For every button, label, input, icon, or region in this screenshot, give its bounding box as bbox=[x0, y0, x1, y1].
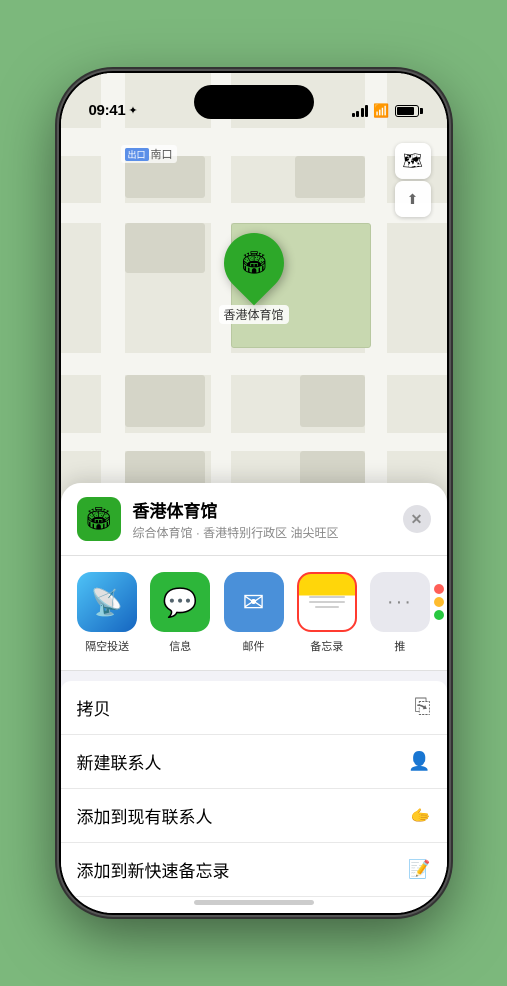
venue-name: 香港体育馆 bbox=[133, 497, 391, 522]
message-icon-wrap: 💬 bbox=[150, 572, 210, 632]
action-copy[interactable]: 拷贝 ⎘ bbox=[61, 681, 447, 735]
airdrop-icon: 📡 bbox=[91, 587, 123, 618]
action-add-existing-contact[interactable]: 添加到现有联系人 🫱 bbox=[61, 789, 447, 843]
map-type-button[interactable]: 🗺 bbox=[395, 143, 431, 179]
print-label: 打印 bbox=[77, 911, 111, 913]
home-bar bbox=[194, 900, 314, 905]
notes-lines bbox=[309, 574, 345, 608]
map-label: 出口 南口 bbox=[121, 145, 177, 163]
venue-subtitle: 综合体育馆 · 香港特别行政区 油尖旺区 bbox=[133, 524, 391, 541]
stadium-icon: 🏟 bbox=[240, 250, 268, 276]
share-airdrop[interactable]: 📡 隔空投送 bbox=[71, 572, 144, 654]
more-dots bbox=[434, 584, 444, 620]
more-icon-area: ··· bbox=[370, 572, 430, 632]
close-button[interactable]: ✕ bbox=[403, 505, 431, 533]
dot-green bbox=[434, 610, 444, 620]
share-notes[interactable]: 备忘录 bbox=[290, 572, 363, 654]
add-existing-icon: 🫱 bbox=[411, 806, 431, 826]
status-icons: 📶 bbox=[352, 103, 419, 119]
more-icon-wrap: ··· bbox=[370, 572, 430, 632]
location-icon: ✦ bbox=[128, 104, 137, 117]
phone-frame: 09:41 ✦ 📶 bbox=[59, 71, 449, 915]
venue-info: 香港体育馆 综合体育馆 · 香港特别行政区 油尖旺区 bbox=[133, 497, 391, 541]
venue-icon: 🏟 bbox=[77, 497, 121, 541]
mail-icon: ✉ bbox=[243, 587, 265, 618]
wifi-icon: 📶 bbox=[373, 103, 389, 119]
bottom-sheet: 🏟 香港体育馆 综合体育馆 · 香港特别行政区 油尖旺区 ✕ 📡 隔空投送 bbox=[61, 483, 447, 913]
notes-label: 备忘录 bbox=[310, 638, 343, 654]
dot-yellow bbox=[434, 597, 444, 607]
status-time: 09:41 bbox=[89, 102, 126, 119]
share-more[interactable]: ··· 推 bbox=[363, 572, 436, 654]
share-row: 📡 隔空投送 💬 信息 ✉ 邮件 bbox=[61, 556, 447, 671]
add-existing-label: 添加到现有联系人 bbox=[77, 803, 213, 828]
location-pin: 🏟 香港体育馆 bbox=[218, 233, 288, 324]
copy-label: 拷贝 bbox=[77, 695, 111, 720]
airdrop-label: 隔空投送 bbox=[85, 638, 129, 654]
share-mail[interactable]: ✉ 邮件 bbox=[217, 572, 290, 654]
signal-icon bbox=[352, 105, 369, 117]
message-label: 信息 bbox=[169, 638, 191, 654]
more-icon: ··· bbox=[387, 591, 413, 614]
map-controls: 🗺 ⬆ bbox=[395, 143, 431, 217]
new-contact-label: 新建联系人 bbox=[77, 749, 162, 774]
new-contact-icon: 👤 bbox=[408, 751, 430, 772]
location-button[interactable]: ⬆ bbox=[395, 181, 431, 217]
mail-icon-wrap: ✉ bbox=[224, 572, 284, 632]
map-label-text: 南口 bbox=[151, 146, 173, 162]
airdrop-icon-wrap: 📡 bbox=[77, 572, 137, 632]
dynamic-island bbox=[194, 85, 314, 119]
add-quick-note-label: 添加到新快速备忘录 bbox=[77, 857, 230, 882]
notes-icon-wrap bbox=[297, 572, 357, 632]
action-add-quick-note[interactable]: 添加到新快速备忘录 📝 bbox=[61, 843, 447, 897]
add-quick-note-icon: 📝 bbox=[408, 859, 430, 880]
message-icon: 💬 bbox=[163, 586, 198, 619]
dot-red bbox=[434, 584, 444, 594]
more-label: 推 bbox=[394, 638, 405, 654]
action-list: 拷贝 ⎘ 新建联系人 👤 添加到现有联系人 🫱 添加到新快速备忘录 📝 bbox=[61, 681, 447, 913]
map-badge: 出口 bbox=[125, 148, 149, 161]
battery-icon bbox=[395, 105, 419, 117]
sheet-header: 🏟 香港体育馆 综合体育馆 · 香港特别行政区 油尖旺区 ✕ bbox=[61, 483, 447, 556]
pin-label: 香港体育馆 bbox=[218, 305, 288, 324]
share-message[interactable]: 💬 信息 bbox=[144, 572, 217, 654]
action-new-contact[interactable]: 新建联系人 👤 bbox=[61, 735, 447, 789]
copy-icon: ⎘ bbox=[415, 696, 431, 719]
mail-label: 邮件 bbox=[243, 638, 265, 654]
